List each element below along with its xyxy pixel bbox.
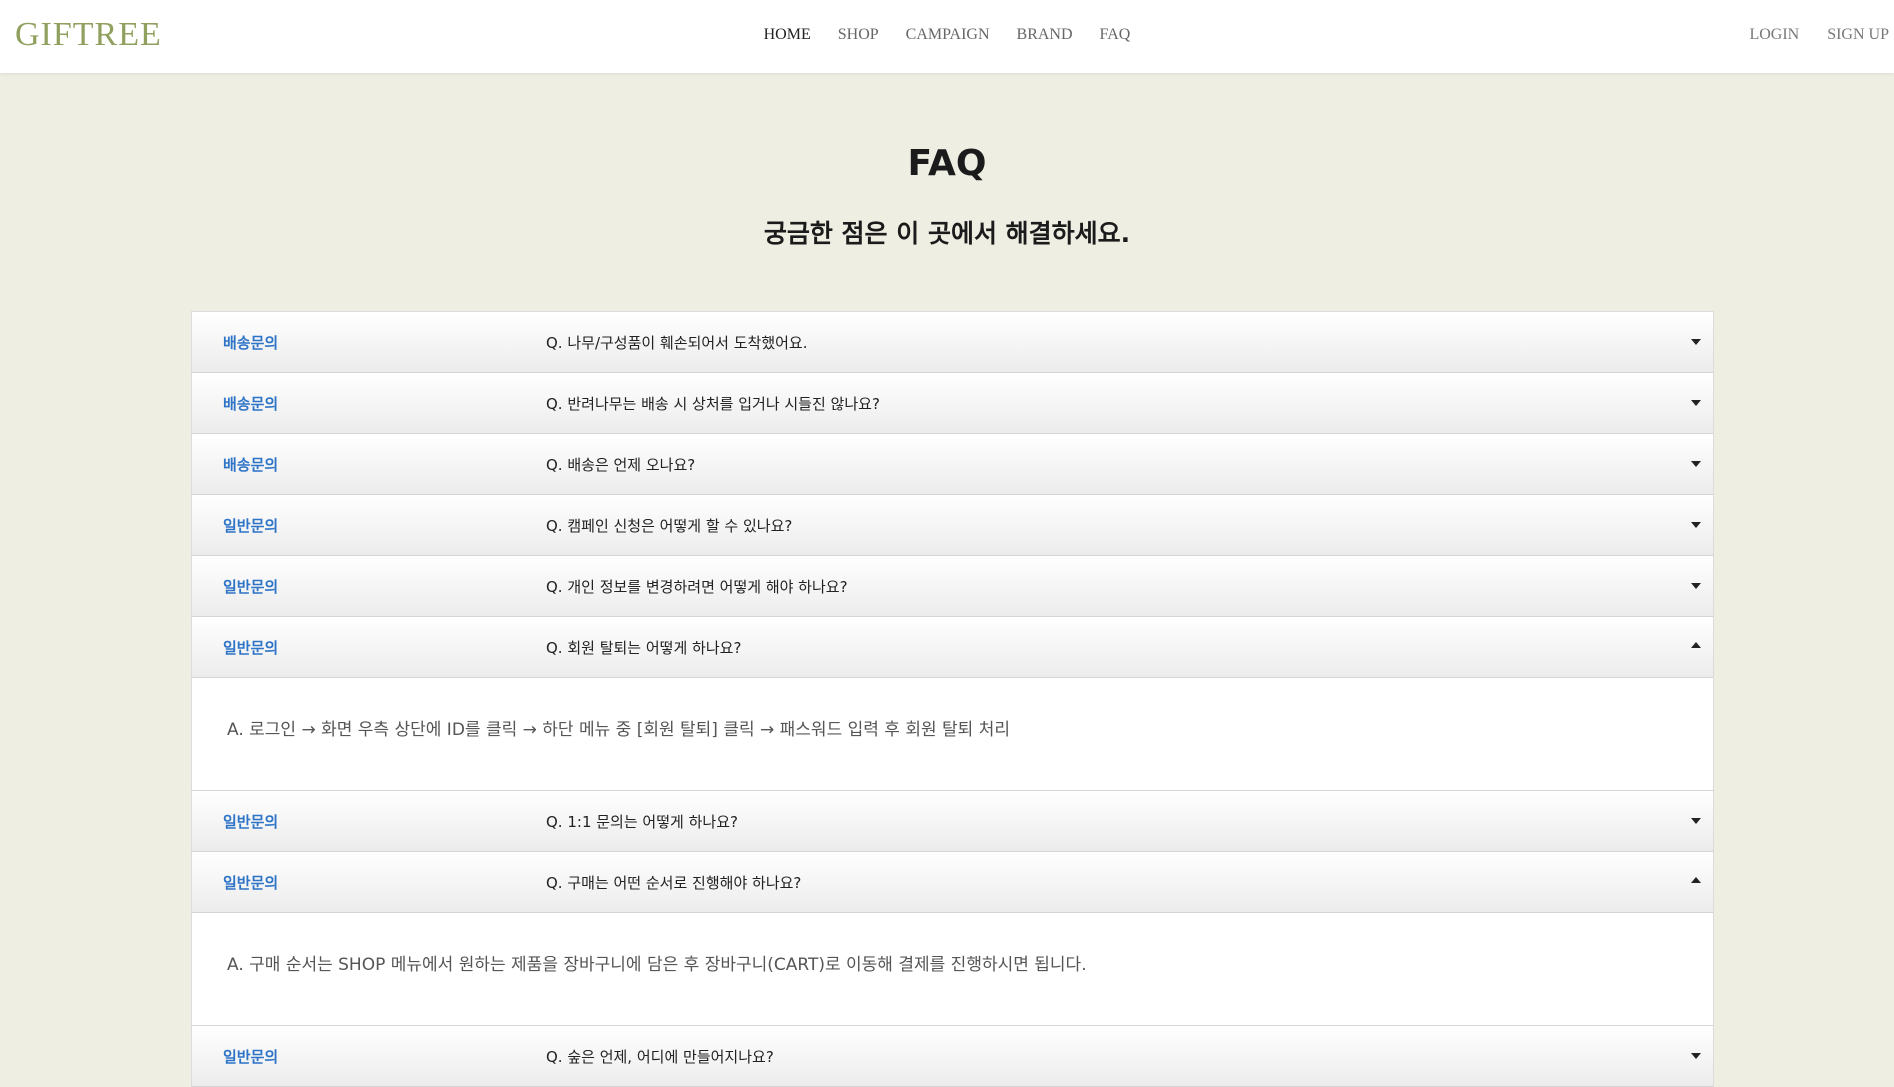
faq-question: Q. 회원 탈퇴는 어떻게 하나요?: [546, 639, 742, 657]
faq-category: 배송문의: [223, 334, 279, 352]
caret-down-icon[interactable]: [1691, 522, 1701, 528]
caret-down-icon[interactable]: [1691, 461, 1701, 467]
auth-links: LOGIN SIGN UP: [1749, 26, 1889, 44]
nav-home[interactable]: HOME: [764, 26, 811, 44]
faq-question: Q. 구매는 어떤 순서로 진행해야 하나요?: [546, 874, 802, 892]
faq-item[interactable]: 일반문의 Q. 개인 정보를 변경하려면 어떻게 해야 하나요?: [191, 556, 1714, 617]
faq-item[interactable]: 일반문의 Q. 회원 탈퇴는 어떻게 하나요?: [191, 617, 1714, 678]
faq-question: Q. 숲은 언제, 어디에 만들어지나요?: [546, 1048, 774, 1066]
faq-category: 일반문의: [223, 517, 279, 535]
page-title: FAQ: [907, 143, 987, 184]
site-header: GIFTREE HOME SHOP CAMPAIGN BRAND FAQ LOG…: [0, 0, 1894, 73]
faq-question: Q. 1:1 문의는 어떻게 하나요?: [546, 813, 738, 831]
faq-category: 일반문의: [223, 813, 279, 831]
faq-item[interactable]: 일반문의 Q. 1:1 문의는 어떻게 하나요?: [191, 791, 1714, 852]
signup-link[interactable]: SIGN UP: [1827, 26, 1889, 44]
faq-item[interactable]: 배송문의 Q. 배송은 언제 오나요?: [191, 434, 1714, 495]
faq-question: Q. 캠페인 신청은 어떻게 할 수 있나요?: [546, 517, 793, 535]
faq-question: Q. 배송은 언제 오나요?: [546, 456, 696, 474]
faq-item[interactable]: 일반문의 Q. 캠페인 신청은 어떻게 할 수 있나요?: [191, 495, 1714, 556]
faq-item[interactable]: 배송문의 Q. 반려나무는 배송 시 상처를 입거나 시들진 않나요?: [191, 373, 1714, 434]
caret-down-icon[interactable]: [1691, 818, 1701, 824]
page-subtitle: 궁금한 점은 이 곳에서 해결하세요.: [763, 219, 1131, 248]
faq-question: Q. 개인 정보를 변경하려면 어떻게 해야 하나요?: [546, 578, 848, 596]
faq-category: 배송문의: [223, 456, 279, 474]
caret-down-icon[interactable]: [1691, 583, 1701, 589]
faq-answer-text: A. 구매 순서는 SHOP 메뉴에서 원하는 제품을 장바구니에 담은 후 장…: [227, 955, 1087, 975]
faq-answer-text: A. 로그인 → 화면 우측 상단에 ID를 클릭 → 하단 메뉴 중 [회원 …: [227, 720, 1010, 740]
faq-category: 일반문의: [223, 874, 279, 892]
faq-category: 배송문의: [223, 395, 279, 413]
caret-up-icon[interactable]: [1691, 642, 1701, 648]
faq-item[interactable]: 일반문의 Q. 구매는 어떤 순서로 진행해야 하나요?: [191, 852, 1714, 913]
faq-item[interactable]: 배송문의 Q. 나무/구성품이 훼손되어서 도착했어요.: [191, 312, 1714, 373]
nav-faq[interactable]: FAQ: [1100, 26, 1131, 44]
faq-category: 일반문의: [223, 578, 279, 596]
nav-campaign[interactable]: CAMPAIGN: [906, 26, 990, 44]
nav-shop[interactable]: SHOP: [838, 26, 879, 44]
faq-category: 일반문의: [223, 639, 279, 657]
faq-category: 일반문의: [223, 1048, 279, 1066]
caret-up-icon[interactable]: [1691, 877, 1701, 883]
login-link[interactable]: LOGIN: [1749, 26, 1799, 44]
caret-down-icon[interactable]: [1691, 339, 1701, 345]
caret-down-icon[interactable]: [1691, 400, 1701, 406]
faq-answer: A. 구매 순서는 SHOP 메뉴에서 원하는 제품을 장바구니에 담은 후 장…: [191, 913, 1714, 1026]
nav-brand[interactable]: BRAND: [1017, 26, 1073, 44]
faq-question: Q. 반려나무는 배송 시 상처를 입거나 시들진 않나요?: [546, 395, 880, 413]
faq-list: 배송문의 Q. 나무/구성품이 훼손되어서 도착했어요. 배송문의 Q. 반려나무는 …: [191, 311, 1714, 1087]
faq-item[interactable]: 일반문의 Q. 숲은 언제, 어디에 만들어지나요?: [191, 1026, 1714, 1087]
main-nav: HOME SHOP CAMPAIGN BRAND FAQ: [0, 26, 1894, 44]
caret-down-icon[interactable]: [1691, 1053, 1701, 1059]
faq-question: Q. 나무/구성품이 훼손되어서 도착했어요.: [546, 334, 808, 352]
faq-answer: A. 로그인 → 화면 우측 상단에 ID를 클릭 → 하단 메뉴 중 [회원 …: [191, 678, 1714, 791]
